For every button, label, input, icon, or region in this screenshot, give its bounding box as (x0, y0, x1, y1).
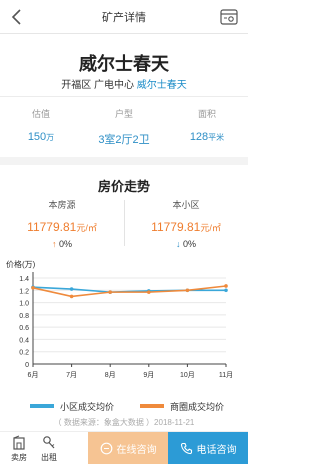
price-number: 11779.81 (27, 220, 77, 234)
stat-value: 3室2厅2卫 (83, 131, 165, 147)
data-point (69, 294, 74, 299)
listing-price-change: ↑ 0% (0, 239, 124, 249)
stat-number: 150 (27, 131, 47, 143)
y-tick-label: 0 (25, 362, 29, 369)
top-navbar: 矿产详情 (0, 0, 248, 34)
bottom-action-bar: 卖房 出租 在线咨询 电话咨询 (0, 431, 248, 464)
y-tick-label: 0.8 (19, 313, 29, 320)
rent-out-label: 出租 (41, 453, 57, 462)
stat-number: 3室2厅2卫 (98, 134, 150, 146)
stat-label: 户型 (114, 109, 133, 119)
data-point (224, 284, 228, 288)
x-tick-label: 11月 (219, 371, 233, 379)
stat-value: 128平米 (166, 131, 248, 143)
legend-label: 小区成交均价 (60, 402, 115, 412)
community-price-change: ↓ 0% (124, 239, 248, 249)
stat-unit: 平米 (208, 133, 225, 142)
key-icon (43, 436, 55, 449)
community-price-block: 本小区 11779.81元/㎡ ↓ 0% (124, 198, 248, 249)
arrow-down-icon: ↓ (175, 239, 181, 249)
x-tick-label: 9月 (143, 371, 154, 379)
legend-label: 商圈成交均价 (170, 402, 225, 412)
location-community-link[interactable]: 威尔士春天 (137, 80, 187, 91)
stat-area: 面积 128平米 (166, 105, 248, 143)
x-tick-label: 7月 (66, 371, 77, 379)
x-tick-label: 8月 (105, 371, 116, 379)
price-unit: 元/㎡ (76, 223, 97, 233)
section-gap (0, 157, 248, 165)
stat-number: 128 (189, 131, 209, 143)
sell-house-button[interactable]: 卖房 (4, 432, 34, 464)
location-district: 开福区 广电中心 (61, 80, 134, 91)
listing-price-label: 本房源 (48, 200, 76, 210)
legend-swatch (30, 404, 54, 408)
change-value: 0% (59, 239, 73, 249)
change-value: 0% (183, 239, 197, 249)
chart-legend: 小区成交均价 商圈成交均价 (0, 400, 248, 414)
rent-out-button[interactable]: 出租 (34, 432, 64, 464)
price-trend-chart: 价格(万) 0 0.2 0.4 0.6 0.8 1.0 1.2 1.4 6月 7月 8月 9月 10月 11… (0, 256, 248, 386)
phone-consult-button[interactable]: 电话咨询 (168, 432, 248, 464)
house-icon (13, 435, 25, 450)
data-point (69, 287, 74, 291)
property-name: 威尔士春天 (79, 54, 169, 74)
community-price-value: 11779.81元/㎡ (124, 220, 248, 234)
community-price-label: 本小区 (172, 200, 200, 210)
y-axis-label: 价格(万) (6, 259, 36, 269)
y-tick-label: 0.6 (19, 325, 29, 332)
data-point (224, 288, 228, 293)
price-number: 11779.81 (151, 220, 201, 234)
sell-house-label: 卖房 (11, 453, 27, 462)
y-tick-label: 1.0 (19, 301, 29, 308)
data-point (31, 286, 35, 290)
y-tick-label: 1.4 (19, 276, 29, 283)
stat-label: 面积 (197, 109, 216, 119)
online-consult-button[interactable]: 在线咨询 (88, 432, 168, 464)
phone-icon (180, 442, 192, 455)
data-source-note: （ 数据来源：象盒大数据 ）2018-11-21 (53, 418, 195, 427)
x-tick-label: 10月 (180, 371, 195, 379)
price-unit: 元/㎡ (200, 223, 221, 233)
property-stats: 估值 150万 户型 3室2厅2卫 面积 128平米 (0, 105, 248, 147)
stat-value: 150万 (0, 131, 82, 143)
legend-swatch (140, 404, 164, 408)
stat-layout: 户型 3室2厅2卫 (83, 105, 165, 147)
price-trend-title: 房价走势 (97, 179, 150, 194)
y-tick-label: 0.4 (19, 337, 29, 344)
stat-label: 估值 (31, 109, 50, 119)
page-title: 矿产详情 (102, 12, 146, 24)
property-location: 开福区 广电中心 威尔士春天 (0, 76, 248, 91)
settings-gear-icon[interactable] (218, 6, 240, 28)
chat-bubble-icon (100, 442, 112, 455)
stat-valuation: 估值 150万 (0, 105, 82, 143)
listing-price-block: 本房源 11779.81元/㎡ ↑ 0% (0, 198, 124, 249)
stat-unit: 万 (46, 133, 55, 142)
arrow-up-icon: ↑ (51, 239, 57, 249)
phone-consult-label: 电话咨询 (196, 445, 237, 456)
listing-price-value: 11779.81元/㎡ (0, 220, 124, 234)
y-tick-label: 0.2 (19, 350, 29, 357)
data-point (147, 290, 151, 294)
line-chart-svg: 价格(万) 0 0.2 0.4 0.6 0.8 1.0 1.2 1.4 6月 7月 8月 9月 10月 11… (6, 259, 233, 379)
data-point (185, 288, 190, 293)
x-tick-label: 6月 (28, 371, 39, 379)
y-tick-label: 1.2 (19, 288, 29, 295)
online-consult-label: 在线咨询 (116, 445, 157, 456)
divider (0, 96, 248, 97)
data-point (108, 290, 112, 294)
